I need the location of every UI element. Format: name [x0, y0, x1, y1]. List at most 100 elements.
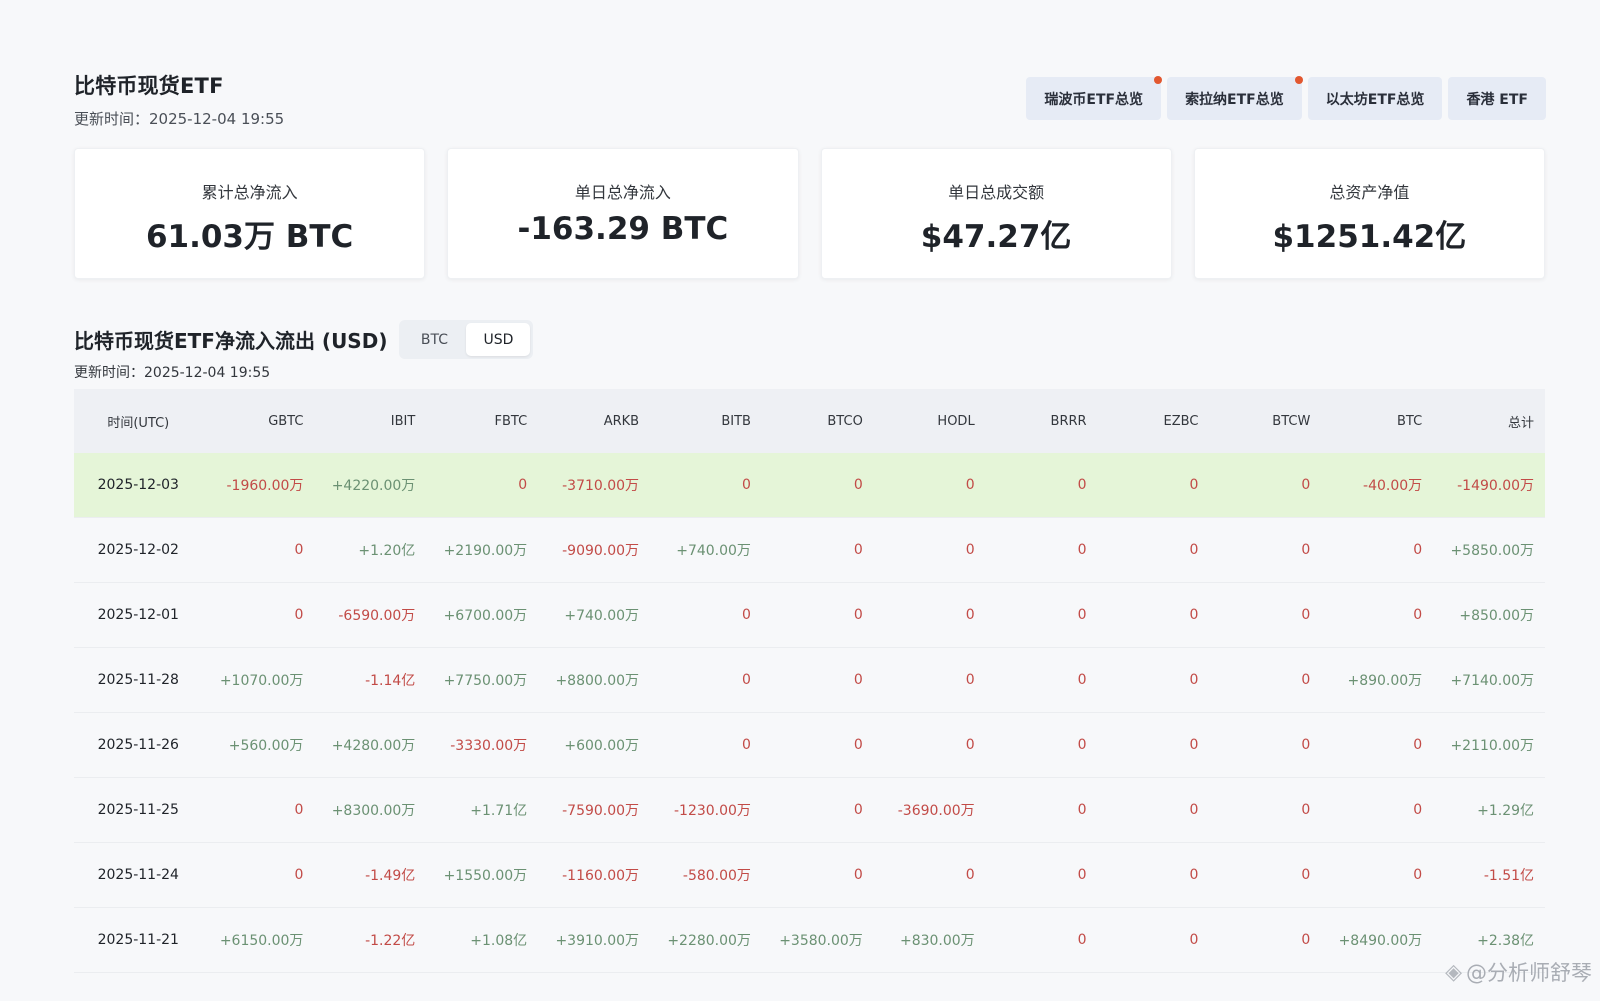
stat-label: 单日总成交额 — [948, 183, 1045, 202]
tab-eth-etf[interactable]: 以太坊ETF总览 — [1307, 77, 1443, 120]
flow-cell: 0 — [1301, 607, 1311, 623]
flow-cell: +8300.00万 — [331, 803, 416, 819]
flow-cell: +1.29亿 — [1477, 803, 1535, 819]
table-row[interactable]: 2025-12-03 -1960.00万 +4220.00万 0 -3710.00万 0 0… — [74, 453, 1545, 518]
flow-cell: +5850.00万 — [1450, 543, 1535, 559]
section-update-time: 更新时间：2025-12-04 19:55 — [74, 365, 271, 381]
table-row[interactable]: 2025-11-28 +1070.00万 -1.14亿 +7750.00万 +8800.… — [74, 648, 1545, 713]
flow-cell: 0 — [294, 607, 304, 623]
table-row[interactable]: 2025-12-02 0 +1.20亿 +2190.00万 -9090.00万 +740.… — [74, 518, 1545, 583]
flow-cell: 0 — [1301, 672, 1311, 688]
flow-cell: 0 — [1189, 867, 1199, 883]
flow-table: 时间(UTC) GBTC IBIT FBTC ARKB BITB BTCO HODL BRRR E… — [74, 389, 1545, 973]
tab-label: 索拉纳ETF总览 — [1185, 91, 1284, 108]
flow-cell: +7750.00万 — [443, 673, 528, 689]
notification-dot — [1294, 76, 1303, 84]
toggle-btc[interactable]: BTC — [402, 323, 466, 356]
flow-cell: +2280.00万 — [667, 933, 751, 949]
flow-cell: -1230.00万 — [673, 803, 751, 819]
stat-value: $47.27亿 — [920, 219, 1072, 255]
flow-cell: 0 — [1301, 737, 1311, 753]
column-header: BTCW — [1272, 413, 1311, 429]
flow-cell: 0 — [294, 542, 304, 558]
tab-xrp-etf[interactable]: 瑞波币ETF总览 — [1026, 76, 1163, 120]
flow-cell: 0 — [1077, 542, 1087, 558]
flow-cell: +1.20亿 — [358, 543, 416, 559]
tab-sol-etf[interactable]: 索拉纳ETF总览 — [1167, 76, 1303, 120]
flow-cell: -6590.00万 — [338, 608, 416, 624]
flow-cell: +1550.00万 — [443, 868, 528, 884]
table-row[interactable]: 2025-11-21 +6150.00万 -1.22亿 +1.08亿 +3910.00万… — [74, 908, 1545, 973]
flow-cell: +850.00万 — [1459, 608, 1535, 624]
stats-row: 累计总净流入 61.03万 BTC 单日总净流入 -163.29 BTC 单日总… — [74, 148, 1545, 279]
stat-total-nav: 总资产净值 $1251.42亿 — [1193, 148, 1545, 279]
flow-cell: +740.00万 — [676, 543, 751, 559]
flow-cell: 0 — [518, 477, 528, 493]
flow-cell: +1.71亿 — [470, 803, 528, 819]
stat-daily-inflow: 单日总净流入 -163.29 BTC — [447, 148, 799, 279]
date-cell: 2025-11-25 — [97, 802, 179, 818]
column-header: 总计 — [1508, 415, 1535, 431]
flow-cell: -580.00万 — [682, 868, 751, 884]
flow-cell: -3690.00万 — [897, 803, 975, 819]
date-cell: 2025-12-02 — [97, 542, 179, 558]
flow-cell: +2110.00万 — [1450, 738, 1535, 754]
flow-cell: +600.00万 — [564, 738, 640, 754]
flow-section-header: 比特币现货ETF净流入流出 (USD) BTC USD — [74, 320, 534, 359]
tab-label: 瑞波币ETF总览 — [1044, 91, 1144, 108]
flow-cell: -1160.00万 — [562, 868, 640, 884]
stat-label: 单日总净流入 — [574, 183, 671, 202]
column-header: IBIT — [390, 413, 416, 429]
flow-cell: +6150.00万 — [219, 933, 304, 949]
flow-cell: 0 — [1189, 607, 1199, 623]
flow-cell: +3580.00万 — [779, 933, 863, 949]
flow-cell: -3710.00万 — [562, 478, 640, 494]
date-cell: 2025-11-26 — [97, 737, 179, 753]
flow-cell: 0 — [1189, 542, 1199, 558]
flow-cell: +3910.00万 — [555, 933, 640, 949]
flow-cell: 0 — [1413, 607, 1423, 623]
stat-value: -163.29 BTC — [517, 211, 729, 247]
flow-cell: +8800.00万 — [555, 673, 640, 689]
flow-cell: 0 — [965, 542, 975, 558]
flow-cell: 0 — [853, 802, 863, 818]
flow-cell: -7590.00万 — [562, 803, 640, 819]
flow-cell: 0 — [853, 867, 863, 883]
column-header: BTCO — [827, 413, 863, 429]
flow-cell: +890.00万 — [1347, 673, 1423, 689]
column-header: GBTC — [268, 413, 304, 429]
flow-cell: 0 — [1413, 542, 1423, 558]
flow-cell: +4220.00万 — [331, 478, 416, 494]
table-row[interactable]: 2025-11-26 +560.00万 +4280.00万 -3330.00万 +600… — [74, 713, 1545, 778]
date-cell: 2025-12-01 — [97, 607, 179, 623]
flow-cell: -9090.00万 — [562, 543, 640, 559]
toggle-usd[interactable]: USD — [466, 323, 531, 356]
column-header: BITB — [721, 413, 751, 429]
flow-cell: 0 — [294, 867, 304, 883]
stat-label: 总资产净值 — [1329, 183, 1410, 202]
date-cell: 2025-12-03 — [97, 477, 179, 493]
unit-toggle: BTC USD — [399, 320, 534, 359]
table-row[interactable]: 2025-11-25 0 +8300.00万 +1.71亿 -7590.00万 -1230… — [74, 778, 1545, 843]
flow-cell: 0 — [965, 867, 975, 883]
flow-cell: 0 — [742, 737, 751, 753]
flow-cell: 0 — [1189, 477, 1199, 493]
flow-cell: 0 — [1413, 737, 1423, 753]
flow-cell: -1.14亿 — [365, 673, 416, 689]
flow-cell: +1070.00万 — [219, 673, 304, 689]
stat-cumulative-inflow: 累计总净流入 61.03万 BTC — [74, 148, 426, 279]
flow-cell: +1.08亿 — [470, 933, 528, 949]
flow-cell: -1.22亿 — [365, 933, 416, 949]
flow-cell: 0 — [1413, 802, 1423, 818]
table-row[interactable]: 2025-12-01 0 -6590.00万 +6700.00万 +740.00万 0 0 0… — [74, 583, 1545, 648]
flow-cell: 0 — [1077, 477, 1087, 493]
flow-cell: 0 — [1077, 607, 1087, 623]
table-row[interactable]: 2025-11-24 0 -1.49亿 +1550.00万 -1160.00万 -580.… — [74, 843, 1545, 908]
flow-cell: +830.00万 — [899, 933, 975, 949]
column-header: EZBC — [1163, 413, 1199, 429]
flow-cell: 0 — [1189, 802, 1199, 818]
tab-hk-etf[interactable]: 香港 ETF — [1448, 77, 1546, 120]
flow-cell: -1960.00万 — [226, 478, 304, 494]
tab-label: 以太坊ETF总览 — [1325, 91, 1425, 108]
column-header: 时间(UTC) — [107, 415, 170, 431]
